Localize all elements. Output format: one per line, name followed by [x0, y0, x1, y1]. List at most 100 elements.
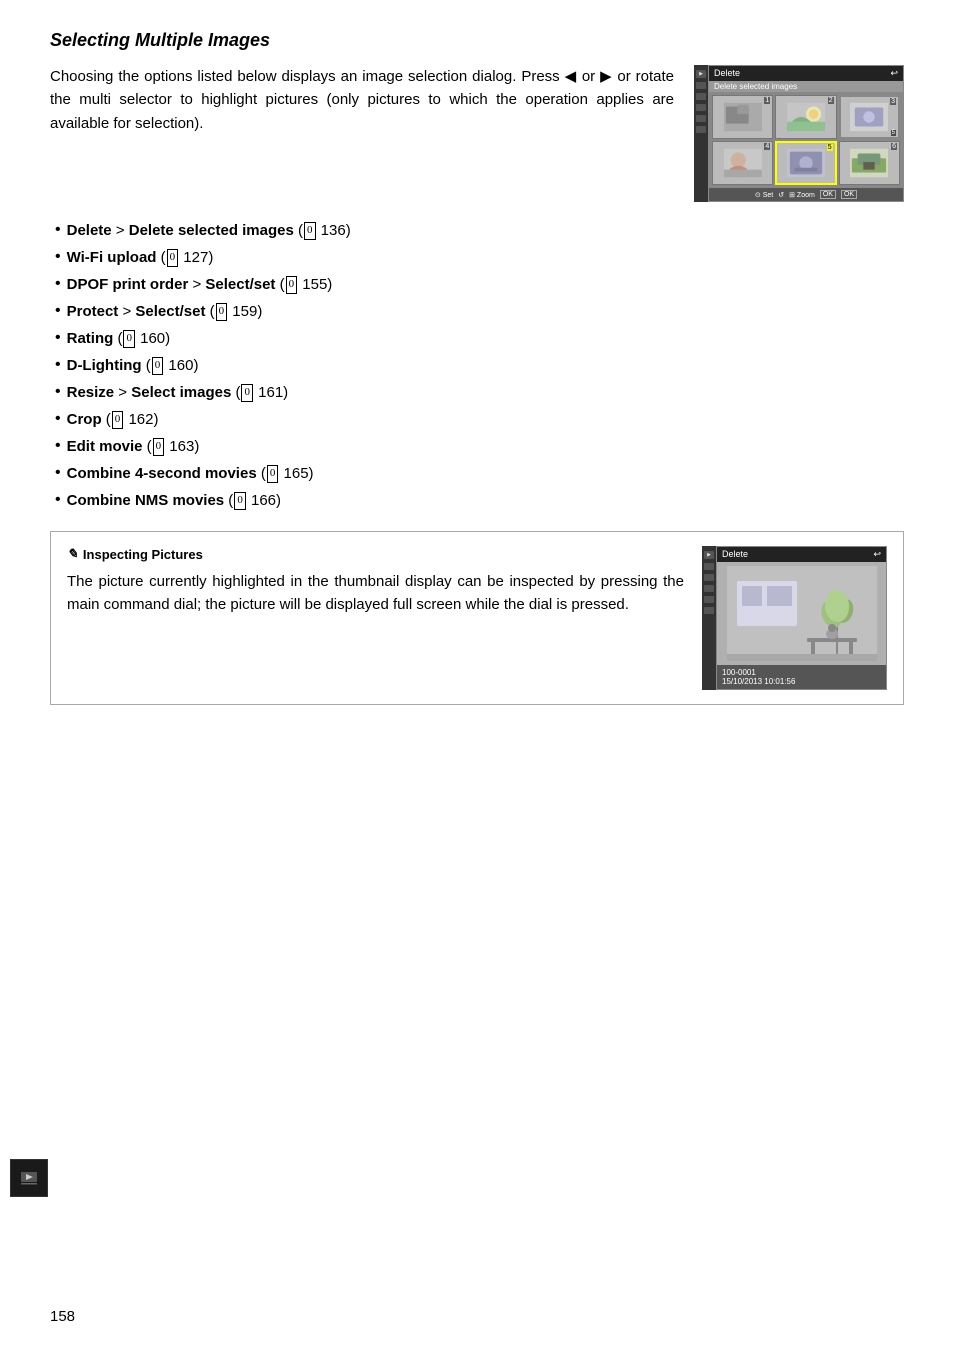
cam1-footer-ok2: OK: [841, 190, 857, 199]
cam2-sidebar-icon2: [704, 563, 714, 570]
thumb-1-num: 1: [764, 97, 770, 104]
thumb-6-img: [850, 148, 888, 178]
note-title: ✎ Inspecting Pictures: [67, 546, 684, 562]
thumb-5: 5: [775, 141, 836, 185]
bullet-item-combinenms: • Combine NMS movies (0 166): [55, 490, 904, 511]
bullet-text-combinenms: Combine NMS movies (0 166): [67, 490, 281, 511]
camera-screen-1: ▶ Delete ↩ Delete selected images: [694, 65, 904, 202]
cam1-footer-zoom: ⊞ Zoom: [789, 191, 815, 199]
bullet-dot-7: •: [55, 382, 61, 403]
bullet-item-combine4s: • Combine 4-second movies (0 165): [55, 463, 904, 484]
thumb-3-img: [850, 102, 888, 132]
cam1-sidebar-play-icon: ▶: [696, 70, 706, 78]
cam1-footer-rotate: ↺: [778, 191, 784, 199]
cam1-sidebar-icon3: [696, 93, 706, 100]
bullet-text-rating: Rating (0 160): [67, 328, 171, 349]
cam1-thumbnails: 1 2: [709, 92, 903, 188]
intro-text: Choosing the options listed below displa…: [50, 65, 674, 202]
cam1-title: Delete: [714, 68, 740, 79]
cam1-footer: ⊙ Set ↺ ⊞ Zoom OK OK: [709, 188, 903, 201]
cam2-sidebar-icon3: [704, 574, 714, 581]
note-box: ✎ Inspecting Pictures The picture curren…: [50, 531, 904, 705]
note-content: ✎ Inspecting Pictures The picture curren…: [67, 546, 684, 690]
thumb-5-num: 5: [827, 144, 833, 151]
cam2-body: [717, 562, 886, 665]
cam1-icon: ↩: [890, 68, 898, 79]
bullet-dot-4: •: [55, 301, 61, 322]
bullet-item-wifi: • Wi-Fi upload (0 127): [55, 247, 904, 268]
sidebar-play-icon: [20, 1171, 38, 1185]
bullet-item-rating: • Rating (0 160): [55, 328, 904, 349]
sidebar-play-button: [10, 1159, 48, 1197]
bullet-text-combine4s: Combine 4-second movies (0 165): [67, 463, 314, 484]
bullet-item-dpof: • DPOF print order > Select/set (0 155): [55, 274, 904, 295]
bullet-text-wifi: Wi-Fi upload (0 127): [67, 247, 214, 268]
cam1-sidebar-icon4: [696, 104, 706, 111]
bullet-dot-11: •: [55, 490, 61, 511]
thumb-6: 6: [839, 141, 900, 185]
bullet-item-resize: • Resize > Select images (0 161): [55, 382, 904, 403]
cam2-footer: 100-0001 15/10/2013 10:01:56: [717, 665, 886, 689]
thumb-2: 2: [775, 95, 836, 139]
page-container: Selecting Multiple Images Choosing the o…: [0, 0, 954, 755]
thumb-2-img: [787, 102, 825, 132]
cam2-screen: Delete ↩: [716, 546, 887, 690]
cam1-sidebar-icon5: [696, 115, 706, 122]
bullet-dot-2: •: [55, 247, 61, 268]
cam1-footer-set: ⊙ Set: [755, 191, 773, 199]
cam2-sidebar: ▶: [702, 546, 716, 690]
thumb-3-num: 3: [890, 98, 896, 105]
note-text: The picture currently highlighted in the…: [67, 570, 684, 617]
bullet-dot-3: •: [55, 274, 61, 295]
cam1-screen: Delete ↩ Delete selected images 1: [708, 65, 904, 202]
cam1-subtitle: Delete selected images: [709, 81, 903, 92]
bullet-text-editmovie: Edit movie (0 163): [67, 436, 200, 457]
thumb-6-num: 6: [891, 143, 897, 150]
bullet-text-dlighting: D-Lighting (0 160): [67, 355, 199, 376]
thumb-4: 4: [712, 141, 773, 185]
section-title: Selecting Multiple Images: [50, 30, 904, 51]
cam1-sidebar: ▶: [694, 65, 708, 202]
thumb-3: 3 5: [839, 95, 900, 139]
bullet-dot-10: •: [55, 463, 61, 484]
thumb-1-img: [724, 102, 762, 132]
cam1-sidebar-icon6: [696, 126, 706, 133]
bullet-text-crop: Crop (0 162): [67, 409, 159, 430]
bullet-item-editmovie: • Edit movie (0 163): [55, 436, 904, 457]
cam2-sidebar-icon4: [704, 585, 714, 592]
top-section: Choosing the options listed below displa…: [50, 65, 904, 202]
thumb-1: 1: [712, 95, 773, 139]
cam2-image: [727, 566, 877, 661]
bullet-list: • Delete > Delete selected images (0 136…: [50, 220, 904, 511]
cam2-icon: ↩: [873, 549, 881, 560]
cam2-sidebar-icon6: [704, 607, 714, 614]
cam2-sidebar-icon5: [704, 596, 714, 603]
cam1-header: Delete ↩: [709, 66, 903, 81]
cam2-file-info: 100-0001: [722, 668, 881, 677]
note-title-text: Inspecting Pictures: [83, 547, 203, 562]
bullet-item-dlighting: • D-Lighting (0 160): [55, 355, 904, 376]
page-number: 158: [50, 1308, 75, 1325]
bullet-text-delete: Delete > Delete selected images (0 136): [67, 220, 351, 241]
bullet-dot-8: •: [55, 409, 61, 430]
bullet-item-crop: • Crop (0 162): [55, 409, 904, 430]
bullet-text-resize: Resize > Select images (0 161): [67, 382, 289, 403]
cam2-sidebar-play-icon: ▶: [704, 551, 714, 559]
bullet-text-dpof: DPOF print order > Select/set (0 155): [67, 274, 333, 295]
bullet-item-protect: • Protect > Select/set (0 159): [55, 301, 904, 322]
camera-screen-2: ▶ Delete ↩: [702, 546, 887, 690]
bullet-item-delete: • Delete > Delete selected images (0 136…: [55, 220, 904, 241]
bullet-dot-9: •: [55, 436, 61, 457]
thumb-4-img: [724, 148, 762, 178]
cam1-footer-ok: OK: [820, 190, 836, 199]
intro-paragraph: Choosing the options listed below displa…: [50, 65, 674, 135]
cam1-sidebar-icon2: [696, 82, 706, 89]
bullet-dot-1: •: [55, 220, 61, 241]
thumb-5-img: [787, 148, 825, 178]
thumb-2-num: 2: [828, 97, 834, 104]
thumb-3-badge: 5: [891, 130, 896, 136]
bullet-dot-6: •: [55, 355, 61, 376]
bullet-text-protect: Protect > Select/set (0 159): [67, 301, 263, 322]
thumb-4-num: 4: [764, 143, 770, 150]
bullet-dot-5: •: [55, 328, 61, 349]
